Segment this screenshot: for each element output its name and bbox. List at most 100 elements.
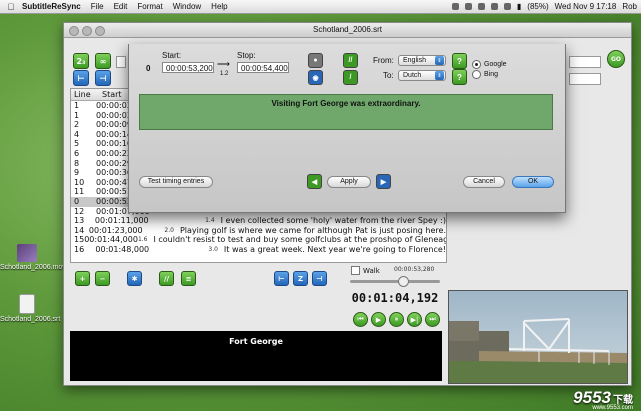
menu-edit[interactable]: Edit [114,2,128,11]
cell-line: 13 [74,216,85,226]
cell-line: 10 [74,177,85,187]
walk-checkbox[interactable] [351,266,360,275]
menu-help[interactable]: Help [211,2,227,11]
go-button[interactable]: GO [607,50,625,68]
shift-button[interactable]: ≡ [181,271,196,286]
cell-start: 00:01:23,000 [88,225,143,235]
from-language-value: English [403,57,426,64]
search-field[interactable] [116,56,126,68]
table-row[interactable]: 13 00:01:11,000 1.4 I even collected some '… [71,216,446,226]
desktop-file-mov[interactable]: Schotland_2006.mov [0,244,66,271]
help-button[interactable]: ? [452,69,467,85]
pause-button[interactable]: ⏸ [389,312,404,327]
cancel-button[interactable]: Cancel [463,176,505,188]
desktop-file-srt[interactable]: Schotland_2006.srt [0,294,61,323]
desktop-file-label: Schotland_2006.srt [0,316,61,323]
desktop-file-label: Schotland_2006.mov [0,264,66,271]
edit-icon[interactable]: / [343,70,358,85]
cell-line: 8 [74,158,80,168]
apple-menu[interactable]:  [0,2,22,12]
help-button[interactable]: ? [452,53,467,69]
status-icon[interactable] [451,3,459,10]
record-icon[interactable]: ● [308,53,323,68]
cell-start: 00:01:44,000 [84,235,138,245]
menu-format[interactable]: Format [137,2,162,11]
next-button[interactable]: ▶ [376,174,391,189]
merge-button[interactable]: ⊢ [73,70,89,86]
engine-bing-option[interactable]: Bing [472,70,498,79]
sync-button[interactable]: // [159,271,174,286]
to-language-select[interactable]: Dutch ⇕ [398,70,446,81]
select-arrows-icon: ⇕ [435,71,444,80]
duration-ratio: 1.2 [220,71,229,77]
skip-forward-button[interactable]: ⏭ [425,312,440,327]
radio-bing[interactable] [472,70,481,79]
sync-icon[interactable]: // [343,53,358,68]
cell-text: It was a great week. Next year we're goi… [223,244,446,254]
cell-text: I couldn't resist to test and buy some g… [153,235,447,245]
bluetooth-icon[interactable] [477,3,485,10]
url-field[interactable] [569,56,601,68]
remove-button[interactable]: − [95,271,110,286]
engine-google-option[interactable]: Google [472,60,507,69]
renumber-button[interactable]: 2₃ [73,53,89,69]
cell-duration: 2.0 [164,226,174,234]
subtitle-preview: Fort George [70,331,442,381]
test-timing-button[interactable]: Test timing entries [139,176,213,188]
movie-file-icon [17,244,37,262]
title-bar[interactable]: Schotland_2006.srt [64,23,631,38]
position-slider[interactable] [350,276,440,287]
menu-app[interactable]: SubtitleReSync [22,2,81,11]
ok-button[interactable]: OK [512,176,554,188]
cell-line: 1 [74,101,80,110]
start-time-field[interactable]: 00:00:53,200 [162,62,214,73]
gear-icon[interactable]: ✱ [127,271,142,286]
stop-time-field[interactable]: 00:00:54,400 [237,62,289,73]
table-row[interactable]: 16 00:01:48,000 3.0 It was a great week. Ne… [71,245,446,255]
subtitle-text-editor[interactable]: Visiting Fort George was extraordinary. [139,94,553,130]
menu-file[interactable]: File [91,2,104,11]
column-header-line[interactable]: Line [71,89,99,100]
menu-window[interactable]: Window [173,2,201,11]
url-field[interactable] [569,73,601,85]
cell-start: 00:01:11,000 [94,216,149,226]
table-row[interactable]: 15 00:01:44,000 1.6 I couldn't resist to te… [71,235,446,245]
entry-index: 0 [146,64,151,73]
to-label: To: [383,71,394,80]
video-frame[interactable] [448,290,628,384]
wifi-icon[interactable] [490,3,498,10]
cell-line: 1 [74,110,80,120]
align-left-button[interactable]: ⊢ [274,271,289,286]
globe-icon[interactable]: ◉ [308,70,323,85]
step-forward-button[interactable]: ▶| [407,312,422,327]
volume-icon[interactable] [503,3,511,10]
table-row[interactable]: 14 00:01:23,000 2.0 Playing golf is where w… [71,226,446,236]
user-name[interactable]: Rob [622,2,637,11]
battery-icon[interactable]: ▮ [517,2,521,11]
apply-button[interactable]: Apply [327,176,371,188]
window-title: Schotland_2006.srt [313,25,382,34]
play-button[interactable]: ▶ [371,312,386,327]
split-button[interactable]: ⊣ [95,70,111,86]
previous-button[interactable]: ◀ [307,174,322,189]
clock[interactable]: Wed Nov 9 17:18 [555,2,617,11]
current-timecode: 00:01:04,192 [351,291,439,305]
engine-google-label: Google [484,61,507,68]
walk-option[interactable]: Walk [351,266,380,275]
to-language-value: Dutch [403,72,422,79]
skip-back-button[interactable]: ⏮ [353,312,368,327]
slider-knob[interactable] [398,276,409,287]
cell-line: 11 [74,187,85,197]
add-button[interactable]: + [75,271,90,286]
cell-text: Playing golf is where we came for althou… [179,225,446,235]
status-icon[interactable] [464,3,472,10]
radio-google[interactable] [472,60,481,69]
align-right-button[interactable]: ⊣ [312,271,327,286]
arrow-right-icon: ⟶ [217,59,230,69]
from-language-select[interactable]: English ⇕ [398,55,446,66]
cell-text: I even collected some 'holy' water from … [220,216,446,226]
document-file-icon [19,294,35,314]
cell-line: 15 [74,235,85,245]
zoom-button[interactable]: Z [293,271,308,286]
link-button[interactable]: ∞ [95,53,111,69]
